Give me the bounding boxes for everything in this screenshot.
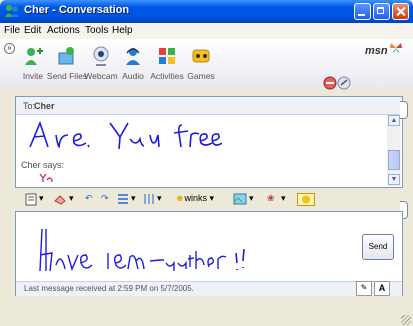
- games-label: Games: [187, 71, 215, 81]
- maximize-button[interactable]: [373, 3, 390, 20]
- pen-color-icon[interactable]: [143, 193, 155, 205]
- to-bar: To: Cher: [16, 97, 402, 115]
- window-title: Cher - Conversation: [24, 4, 130, 16]
- text-tab-icon[interactable]: A: [374, 281, 390, 296]
- nudge-dropdown-icon[interactable]: ▾: [281, 193, 286, 204]
- scroll-thumb[interactable]: [388, 150, 400, 170]
- invite-icon: [25, 48, 43, 65]
- activities-icon: [159, 48, 175, 64]
- webcam-icon: [93, 46, 109, 66]
- menu-tools[interactable]: Tools: [85, 25, 108, 36]
- eraser-dropdown-icon[interactable]: ▾: [69, 193, 74, 204]
- redo-icon[interactable]: ↷: [101, 193, 109, 204]
- ink-message-draft: [39, 228, 245, 272]
- send-button[interactable]: Send: [362, 234, 394, 260]
- close-button[interactable]: [392, 3, 409, 20]
- nudge-icon[interactable]: ❀: [267, 193, 275, 204]
- conversation-history[interactable]: To: Cher Cher says: ▲ ▼: [15, 96, 403, 188]
- scroll-up-icon[interactable]: ▲: [388, 115, 400, 126]
- scroll-down-icon[interactable]: ▼: [388, 174, 400, 185]
- format-toolbar: ▾ ▾ ↶ ↷ ▾ ▾ ☻winks ▾ ▾ ❀ ▾: [15, 192, 401, 208]
- undo-icon[interactable]: ↶: [85, 193, 93, 204]
- resize-grip-icon[interactable]: [401, 315, 411, 325]
- handwriting-icon[interactable]: [297, 193, 315, 206]
- side-panel-toggle-top[interactable]: [400, 101, 408, 119]
- send-files-button[interactable]: Send Files: [47, 45, 87, 81]
- msn-butterfly-icon: [390, 43, 402, 53]
- menu-help[interactable]: Help: [112, 25, 133, 36]
- games-icon: [192, 49, 210, 63]
- line-width-icon[interactable]: [117, 193, 129, 205]
- handwriting-tab-icon[interactable]: ✎: [356, 281, 372, 296]
- last-message-status: Last message received at 2:59 PM on 5/7/…: [24, 284, 194, 293]
- block-icon[interactable]: [323, 76, 353, 90]
- background-dropdown-icon[interactable]: ▾: [249, 193, 254, 204]
- menu-actions[interactable]: Actions: [47, 25, 80, 36]
- games-button[interactable]: Games: [186, 45, 216, 81]
- font-dropdown-icon[interactable]: ▾: [39, 193, 44, 204]
- message-compose-area[interactable]: Send Last message received at 2:59 PM on…: [15, 211, 403, 296]
- ink-reply: [39, 173, 53, 182]
- font-icon[interactable]: [25, 193, 37, 206]
- msn-logo-text: msn: [365, 45, 388, 57]
- winks-button[interactable]: ☻winks ▾: [175, 193, 214, 204]
- history-scrollbar[interactable]: ▲ ▼: [387, 115, 401, 186]
- audio-icon: [126, 48, 140, 65]
- minimize-button[interactable]: [354, 3, 371, 20]
- title-bar[interactable]: Cher - Conversation: [0, 0, 413, 23]
- pen-color-dropdown-icon[interactable]: ▾: [157, 193, 162, 204]
- msn-buddy-icon: [5, 5, 19, 17]
- audio-button[interactable]: Audio: [118, 45, 148, 81]
- sender-says-label: Cher says:: [21, 160, 65, 170]
- contact-name: Cher: [34, 101, 55, 111]
- background-icon[interactable]: [233, 193, 247, 205]
- winks-label: winks: [184, 193, 207, 203]
- line-width-dropdown-icon[interactable]: ▾: [131, 193, 136, 204]
- invite-button[interactable]: Invite: [18, 45, 48, 81]
- menu-edit[interactable]: Edit: [24, 25, 41, 36]
- compose-status-bar: Last message received at 2:59 PM on 5/7/…: [16, 281, 402, 296]
- menu-file[interactable]: File: [4, 25, 20, 36]
- activities-button[interactable]: Activities: [150, 45, 184, 81]
- collapse-toolbar-icon[interactable]: »: [4, 43, 15, 54]
- menu-bar: File Edit Actions Tools Help: [0, 23, 413, 39]
- ink-message-received: [29, 120, 222, 150]
- send-files-icon: [58, 47, 74, 65]
- window-status-bar: [0, 312, 413, 326]
- eraser-icon[interactable]: [53, 193, 67, 205]
